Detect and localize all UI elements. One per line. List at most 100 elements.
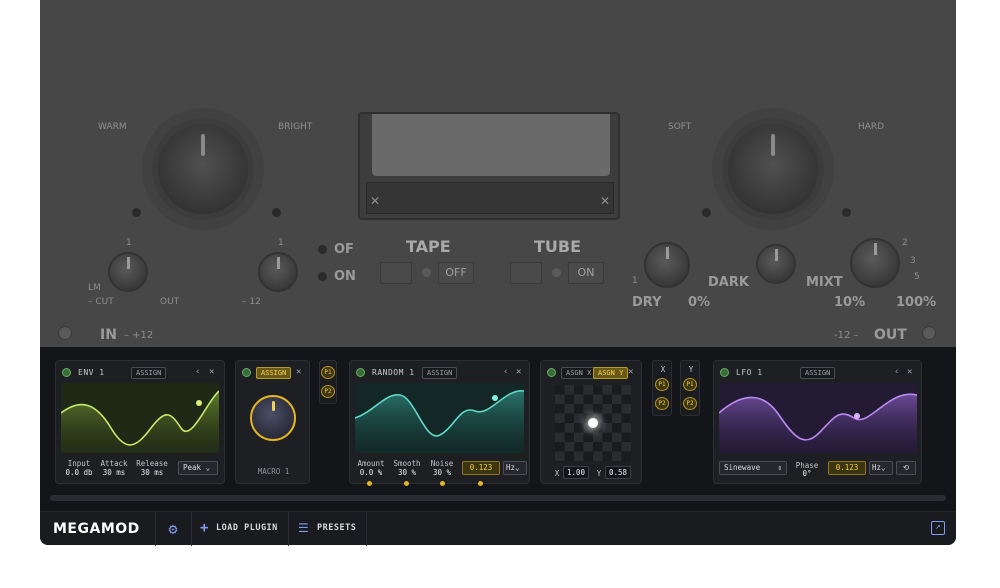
on-label[interactable]: ON — [334, 269, 356, 284]
mod-dot — [478, 481, 483, 486]
xy-assign-x-button[interactable]: ASGN X — [561, 367, 597, 379]
close-icon[interactable]: ✕ — [628, 367, 633, 377]
chevron-down-icon: ⌄ — [515, 463, 520, 472]
random-card: RANDOM 1 ASSIGN ‹ ✕ Amount 0.0 % Smooth … — [349, 360, 530, 486]
tape-led — [422, 268, 431, 277]
xy-x-slot-column: X P1 P2 — [652, 360, 672, 416]
dark-knob[interactable] — [756, 244, 796, 284]
env-graph[interactable] — [61, 383, 219, 453]
expand-icon[interactable]: ↗ — [931, 521, 945, 535]
close-icon[interactable]: ✕ — [370, 194, 380, 208]
env-power-toggle[interactable] — [62, 368, 71, 377]
xy-y-slot-p2[interactable]: P2 — [683, 397, 697, 410]
out-label: OUT — [874, 327, 907, 343]
xy-x-value[interactable]: 1.00 — [563, 466, 589, 479]
env-assign-button[interactable]: ASSIGN — [131, 367, 167, 379]
close-icon[interactable]: ✕ — [907, 367, 912, 377]
random-assign-button[interactable]: ASSIGN — [422, 367, 458, 379]
random-amount-label: Amount — [357, 459, 385, 468]
xy-x-slot-p1[interactable]: P1 — [655, 378, 669, 391]
env-input-label: Input — [67, 459, 91, 468]
macro-slot-p2[interactable]: P2 — [321, 385, 335, 398]
env-attack-value[interactable]: 30 ms — [98, 468, 130, 477]
env-release-value[interactable]: 30 ms — [134, 468, 170, 477]
dry-label: DRY — [632, 295, 662, 310]
lfo-assign-button[interactable]: ASSIGN — [800, 367, 836, 379]
macro-assign-button[interactable]: ASSIGN — [256, 367, 292, 379]
hard-knob[interactable] — [722, 118, 824, 220]
env-mode-select[interactable]: Peak ⌄ — [178, 461, 218, 475]
screw — [922, 326, 936, 340]
indicator-dot — [842, 208, 851, 217]
hard-label: HARD — [858, 122, 885, 132]
rack-scrollbar[interactable] — [50, 495, 946, 501]
close-icon[interactable]: ✕ — [516, 367, 521, 377]
lfo-graph[interactable] — [719, 383, 917, 453]
trim-knob[interactable] — [258, 252, 298, 292]
lfo-power-toggle[interactable] — [720, 368, 729, 377]
megamod-logo: MEGAMOD — [53, 521, 140, 537]
random-noise-value[interactable]: 30 % — [426, 468, 458, 477]
chevron-left-icon[interactable]: ‹ — [195, 367, 200, 377]
lfo-unit-select[interactable]: Hz⌄ — [869, 461, 893, 475]
random-power-toggle[interactable] — [356, 368, 365, 377]
xy-power-toggle[interactable] — [547, 368, 556, 377]
random-unit-select[interactable]: Hz⌄ — [503, 461, 527, 475]
cut-knob[interactable] — [108, 252, 148, 292]
warm-label: WARM — [98, 122, 127, 132]
macro-power-toggle[interactable] — [242, 368, 251, 377]
gear-icon[interactable]: ⚙ — [164, 520, 182, 538]
random-title: RANDOM 1 — [372, 368, 415, 377]
lfo-phase-value[interactable]: 0° — [790, 469, 824, 478]
out-gain: -12 – — [834, 330, 859, 341]
random-smooth-label: Smooth — [393, 459, 421, 468]
tape-switch[interactable] — [380, 262, 412, 284]
lfo-title: LFO 1 — [736, 368, 763, 377]
random-unit-value: Hz — [506, 463, 516, 472]
xy-x-label: X — [554, 469, 560, 478]
mod-dot — [367, 481, 372, 486]
close-icon[interactable]: ✕ — [209, 367, 214, 377]
xy-y-value[interactable]: 0.58 — [605, 466, 631, 479]
chevron-left-icon[interactable]: ‹ — [894, 367, 899, 377]
mixt-label: MIXT — [806, 275, 843, 290]
xy-y-label: Y — [596, 469, 602, 478]
close-icon[interactable]: ✕ — [296, 367, 301, 377]
plus-icon[interactable]: + — [200, 520, 208, 536]
mix-knob[interactable] — [850, 238, 900, 288]
xy-card: ASGN X ASGN Y ✕ X 1.00 Y 0.58 — [540, 360, 642, 484]
dry-knob[interactable] — [644, 242, 690, 288]
xy-y-slot-p1[interactable]: P1 — [683, 378, 697, 391]
cut-label: – CUT — [88, 297, 114, 307]
env-card: ENV 1 ASSIGN ‹ ✕ Input 0.0 db Attack 30 … — [55, 360, 225, 484]
random-graph[interactable] — [355, 383, 524, 453]
lfo-retrigger-button[interactable]: ⟲ — [896, 461, 916, 475]
tape-off-button[interactable]: OFF — [438, 262, 474, 284]
macro-slot-p1[interactable]: P1 — [321, 366, 335, 379]
macro-knob[interactable] — [250, 395, 296, 441]
lfo-rate-input[interactable]: 0.123 — [828, 461, 866, 475]
indicator-dot — [132, 208, 141, 217]
xy-x-slot-p2[interactable]: P2 — [655, 397, 669, 410]
minus12-label: – 12 — [242, 297, 261, 307]
mod-dot — [404, 481, 409, 486]
xy-assign-y-button[interactable]: ASGN Y — [593, 367, 629, 379]
lfo-shape-select[interactable]: Sinewave ⇕ — [719, 461, 787, 475]
presets-button[interactable]: PRESETS — [317, 523, 356, 534]
random-smooth-value[interactable]: 30 % — [390, 468, 424, 477]
tube-switch[interactable] — [510, 262, 542, 284]
warm-knob[interactable] — [152, 118, 254, 220]
tube-label: TUBE — [534, 237, 582, 256]
tube-on-button[interactable]: ON — [568, 262, 604, 284]
of-led — [318, 245, 327, 254]
random-rate-input[interactable]: 0.123 — [462, 461, 500, 475]
xy-handle[interactable] — [588, 418, 598, 428]
chevron-left-icon[interactable]: ‹ — [503, 367, 508, 377]
env-input-value[interactable]: 0.0 db — [62, 468, 96, 477]
close-icon[interactable]: ✕ — [600, 194, 610, 208]
xy-pad[interactable] — [555, 385, 631, 461]
of-label[interactable]: OF — [334, 242, 354, 257]
lfo-card: LFO 1 ASSIGN ‹ ✕ Sinewave ⇕ Phase 0° 0.12… — [713, 360, 922, 484]
load-plugin-button[interactable]: LOAD PLUGIN — [216, 523, 278, 534]
random-amount-value[interactable]: 0.0 % — [352, 468, 390, 477]
